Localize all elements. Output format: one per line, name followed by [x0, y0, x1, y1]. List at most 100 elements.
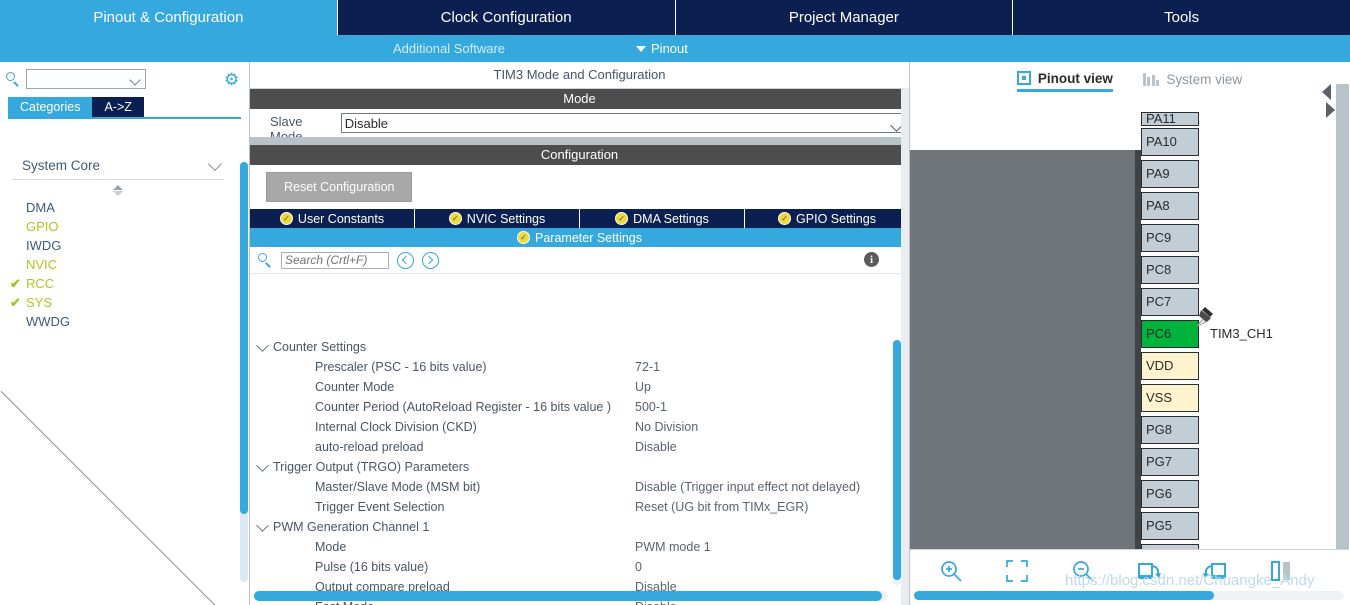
- sidebar-item-label: IWDG: [26, 238, 62, 253]
- scroll-spinner-system-core[interactable]: [0, 185, 236, 196]
- subtab-pinout[interactable]: Pinout: [628, 41, 696, 56]
- pin-pg5[interactable]: PG5: [1141, 512, 1199, 540]
- param-key: Counter Period (AutoReload Register - 16…: [315, 400, 611, 414]
- pin-pa11[interactable]: PA11: [1141, 112, 1199, 126]
- pin-label: PC6: [1146, 326, 1172, 341]
- tab-pinout-configuration[interactable]: Pinout & Configuration: [0, 0, 338, 35]
- sidebar-item-nvic[interactable]: NVIC: [0, 255, 236, 274]
- gear-icon[interactable]: ⚙: [224, 71, 239, 88]
- pin-pc8[interactable]: PC8: [1141, 256, 1199, 284]
- pin-pa10[interactable]: PA10: [1141, 128, 1199, 156]
- pin-pc6[interactable]: PC6: [1141, 320, 1199, 348]
- sidebar-item-gpio[interactable]: GPIO: [0, 217, 236, 236]
- sidebar-item-dma[interactable]: DMA: [0, 198, 236, 217]
- parameter-vertical-scrollbar[interactable]: [893, 340, 901, 585]
- category-header-system-core[interactable]: System Core: [12, 150, 224, 180]
- status-dot-icon: ✓: [615, 212, 629, 225]
- pinout-panel: Pinout view System view PA11 PA10 PA9 PA…: [910, 62, 1349, 605]
- ip-category-tree: System Core DMA GPIO IWDG NVIC ✔ RCC ✔ S…: [0, 150, 236, 605]
- param-value: Up: [635, 380, 651, 394]
- sidebar-tab-underline: [8, 117, 241, 119]
- sidebar-search-input[interactable]: [26, 69, 146, 89]
- pin-pa8[interactable]: PA8: [1141, 192, 1199, 220]
- chip-die-body[interactable]: [910, 150, 1135, 565]
- next-match-button[interactable]: [422, 251, 439, 269]
- sidebar-item-label: RCC: [26, 276, 55, 291]
- collapse-panel-button[interactable]: [1322, 84, 1336, 126]
- pin-pa9[interactable]: PA9: [1141, 160, 1199, 188]
- scrollbar-thumb[interactable]: [254, 591, 882, 601]
- tab-gpio-settings[interactable]: ✓ GPIO Settings: [745, 209, 909, 228]
- sidebar-item-wwdg[interactable]: WWDG: [0, 312, 236, 331]
- pin-vss[interactable]: VSS: [1141, 384, 1199, 412]
- param-key: Pulse (16 bits value): [315, 560, 429, 574]
- pin-label: PA10: [1146, 134, 1177, 149]
- param-row-mode[interactable]: Mode PWM mode 1: [250, 537, 890, 557]
- param-row-counter-mode[interactable]: Counter Mode Up: [250, 377, 890, 397]
- param-row-internal-clock-division[interactable]: Internal Clock Division (CKD) No Divisio…: [250, 417, 890, 437]
- scrollbar-thumb[interactable]: [240, 162, 248, 514]
- subtab-additional-software[interactable]: Additional Software: [385, 41, 513, 56]
- slave-mode-select[interactable]: Disable: [340, 113, 909, 133]
- param-value: No Division: [635, 420, 699, 434]
- tab-project-manager[interactable]: Project Manager: [675, 0, 1014, 35]
- category-header-analog[interactable]: Analog: [0, 357, 236, 605]
- fit-screen-icon[interactable]: [1004, 558, 1030, 584]
- pinout-horizontal-scrollbar[interactable]: [914, 591, 1344, 600]
- param-row-counter-period[interactable]: Counter Period (AutoReload Register - 16…: [250, 397, 890, 417]
- sidebar-item-sys[interactable]: ✔ SYS: [0, 293, 236, 312]
- param-key: Internal Clock Division (CKD): [315, 420, 477, 434]
- param-row-auto-reload-preload[interactable]: auto-reload preload Disable: [250, 437, 890, 457]
- param-group-counter-settings[interactable]: Counter Settings: [250, 337, 890, 357]
- pin-pg7[interactable]: PG7: [1141, 448, 1199, 476]
- sidebar-item-iwdg[interactable]: IWDG: [0, 236, 236, 255]
- sidebar-vertical-scrollbar[interactable]: [240, 162, 248, 582]
- tab-label: NVIC Settings: [466, 211, 546, 226]
- tab-pinout-view[interactable]: Pinout view: [1016, 71, 1113, 92]
- param-row-trigger-event-selection[interactable]: Trigger Event Selection Reset (UG bit fr…: [250, 497, 890, 517]
- info-icon[interactable]: i: [864, 252, 879, 267]
- sidebar-tab-a-to-z[interactable]: A->Z: [92, 97, 144, 117]
- flip-icon[interactable]: [1268, 558, 1294, 584]
- panel-splitter[interactable]: [250, 137, 909, 145]
- parameter-settings-tab-row: ✓ Parameter Settings: [250, 228, 909, 247]
- configuration-section-header: Configuration: [250, 145, 909, 165]
- chip-pinout-canvas[interactable]: PA11 PA10 PA9 PA8 PC9 PC8 PC7 PC6 TIM3_C…: [910, 112, 1349, 567]
- tab-nvic-settings[interactable]: ✓ NVIC Settings: [415, 209, 580, 228]
- zoom-in-icon[interactable]: [938, 558, 964, 584]
- param-row-master-slave-mode[interactable]: Master/Slave Mode (MSM bit) Disable (Tri…: [250, 477, 890, 497]
- pin-pc7[interactable]: PC7: [1141, 288, 1199, 316]
- pin-label: PG7: [1146, 454, 1173, 469]
- chevron-down-icon: [256, 338, 269, 352]
- scrollbar-thumb[interactable]: [914, 591, 1214, 600]
- param-row-prescaler[interactable]: Prescaler (PSC - 16 bits value) 72-1: [250, 357, 890, 377]
- tab-tools[interactable]: Tools: [1013, 0, 1350, 35]
- tab-parameter-settings[interactable]: ✓ Parameter Settings: [250, 228, 909, 247]
- param-row-pulse[interactable]: Pulse (16 bits value) 0: [250, 557, 890, 577]
- tab-system-view[interactable]: System view: [1142, 72, 1242, 90]
- param-group-trigger-output[interactable]: Trigger Output (TRGO) Parameters: [250, 457, 890, 477]
- parameter-horizontal-scrollbar[interactable]: [254, 591, 888, 601]
- sidebar-item-label: GPIO: [26, 219, 59, 234]
- pin-pg8[interactable]: PG8: [1141, 416, 1199, 444]
- sidebar-tab-categories[interactable]: Categories: [8, 97, 93, 117]
- pin-pc9[interactable]: PC9: [1141, 224, 1199, 252]
- rotate-right-icon[interactable]: [1136, 558, 1162, 584]
- tab-dma-settings[interactable]: ✓ DMA Settings: [580, 209, 745, 228]
- sidebar-item-rcc[interactable]: ✔ RCC: [0, 274, 236, 293]
- zoom-out-icon[interactable]: [1070, 558, 1096, 584]
- tab-clock-configuration[interactable]: Clock Configuration: [337, 0, 676, 35]
- param-group-pwm-generation-channel-1[interactable]: PWM Generation Channel 1: [250, 517, 890, 537]
- parameter-search-input[interactable]: [281, 251, 389, 269]
- reset-configuration-button[interactable]: Reset Configuration: [266, 172, 413, 202]
- previous-match-button[interactable]: [397, 251, 414, 269]
- scrollbar-thumb[interactable]: [893, 340, 901, 580]
- pin-vdd[interactable]: VDD: [1141, 352, 1199, 380]
- parameter-search-row: i: [250, 247, 909, 274]
- sidebar-item-label: WWDG: [26, 314, 71, 329]
- pin-pg6[interactable]: PG6: [1141, 480, 1199, 508]
- tab-user-constants[interactable]: ✓ User Constants: [250, 209, 415, 228]
- status-dot-icon: ✓: [517, 231, 530, 244]
- param-value: Disable: [635, 440, 677, 454]
- rotate-left-icon[interactable]: [1202, 558, 1228, 584]
